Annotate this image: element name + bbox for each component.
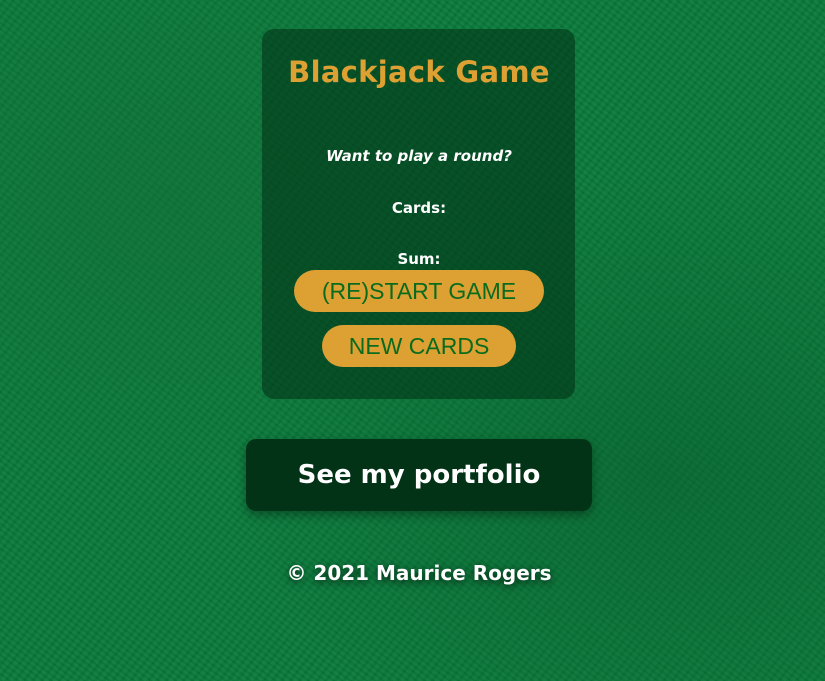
new-cards-button[interactable]: NEW CARDS bbox=[322, 325, 516, 367]
game-message: Want to play a round? bbox=[326, 147, 512, 165]
restart-game-button[interactable]: (RE)START GAME bbox=[294, 270, 544, 312]
game-title: Blackjack Game bbox=[288, 55, 550, 89]
copyright-footer: © 2021 Maurice Rogers bbox=[286, 561, 552, 585]
portfolio-link[interactable]: See my portfolio bbox=[246, 439, 592, 511]
sum-label: Sum: bbox=[397, 250, 441, 268]
cards-label: Cards: bbox=[391, 199, 447, 217]
